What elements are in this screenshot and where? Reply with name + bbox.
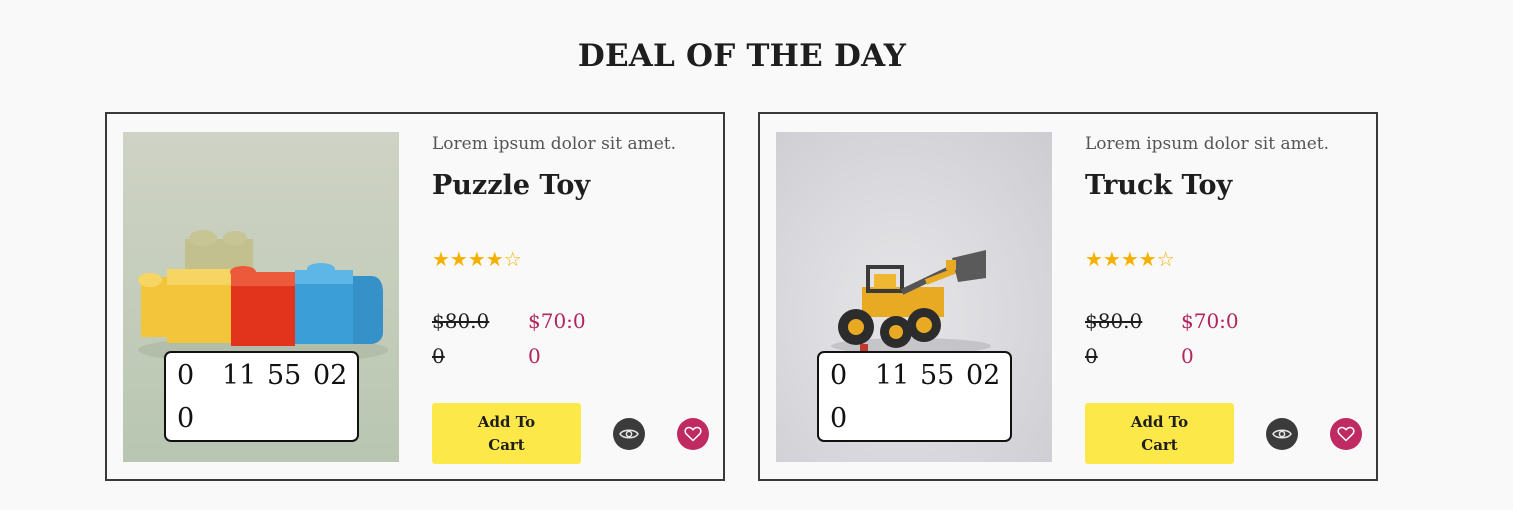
star-rating: ★★★★☆ [432,247,522,271]
heart-icon [684,426,702,442]
timer-hours: 11 [222,360,257,391]
product-image[interactable]: 0 11 55 02 0 [123,132,399,462]
star-rating: ★★★★☆ [1085,247,1175,271]
add-to-cart-button[interactable]: Add To Cart [432,403,581,464]
eye-icon [619,429,639,439]
quick-view-button[interactable] [613,418,645,450]
timer-days: 0 [177,360,195,391]
countdown-timer: 0 11 55 02 0 [817,351,1012,442]
product-info: Lorem ipsum dolor sit amet. Puzzle Toy ★… [432,114,722,479]
wishlist-button[interactable] [1330,418,1362,450]
sale-price: $70:00 [528,309,586,368]
heart-icon [1337,426,1355,442]
timer-minutes: 55 [920,360,955,391]
timer-extra: 0 [830,403,848,434]
quick-view-button[interactable] [1266,418,1298,450]
product-info: Lorem ipsum dolor sit amet. Truck Toy ★★… [1085,114,1375,479]
timer-days: 0 [830,360,848,391]
timer-hours: 11 [875,360,910,391]
product-tagline: Lorem ipsum dolor sit amet. [1085,134,1330,154]
timer-extra: 0 [177,403,195,434]
wishlist-button[interactable] [677,418,709,450]
product-name[interactable]: Puzzle Toy [432,170,590,201]
product-tagline: Lorem ipsum dolor sit amet. [432,134,677,154]
add-to-cart-button[interactable]: Add To Cart [1085,403,1234,464]
timer-minutes: 55 [267,360,302,391]
eye-icon [1272,429,1292,439]
timer-seconds: 02 [966,360,1001,391]
sale-price: $70:00 [1181,309,1239,368]
product-image[interactable]: 0 11 55 02 0 [776,132,1052,462]
timer-seconds: 02 [313,360,348,391]
old-price: $80.00 [432,309,490,368]
countdown-timer: 0 11 55 02 0 [164,351,359,442]
section-title: DEAL OF THE DAY [577,38,907,74]
deal-card-puzzle-toy: 0 11 55 02 0 Lorem ipsum dolor sit amet.… [105,112,725,481]
product-name[interactable]: Truck Toy [1085,170,1232,201]
old-price: $80.00 [1085,309,1143,368]
deal-card-truck-toy: 0 11 55 02 0 Lorem ipsum dolor sit amet.… [758,112,1378,481]
